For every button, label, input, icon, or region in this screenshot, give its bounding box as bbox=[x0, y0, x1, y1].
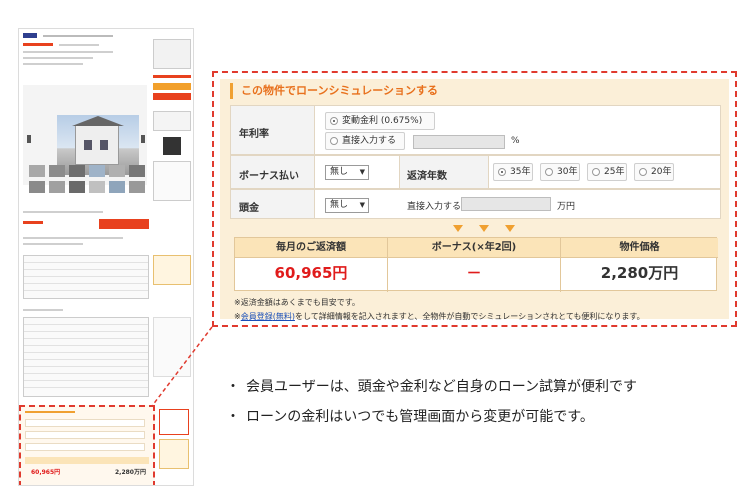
bullet-icon: ・ bbox=[226, 379, 240, 395]
radio-variable-rate[interactable]: 変動金利 (0.675%) bbox=[325, 112, 435, 130]
loan-simulation-body: この物件でローンシミュレーションする 年利率 変動金利 (0.675%) 直接入… bbox=[220, 79, 729, 321]
bonus-payment-column: ボーナス(×年2回) － bbox=[388, 238, 560, 292]
register-note: ※会員登録(無料)をして詳細情報を記入されますと、全物件が自動でシミュレーション… bbox=[234, 312, 645, 321]
property-price-header: 物件価格 bbox=[561, 238, 718, 258]
thumb-loan-simulation-highlight: 60,965円 2,280万円 bbox=[19, 405, 155, 485]
free-label-link[interactable]: (無料) bbox=[273, 312, 295, 321]
interest-unit: % bbox=[511, 136, 520, 146]
screenshot-root: 60,965円 2,280万円 この物件でローンシミュレーションする 年利率 変… bbox=[0, 0, 750, 504]
thumb-logo bbox=[23, 33, 37, 38]
property-page-thumbnail: 60,965円 2,280万円 bbox=[18, 28, 194, 486]
simulation-result-table: 毎月のご返済額 60,965円 ボーナス(×年2回) － 物件価格 2,280万… bbox=[234, 237, 718, 292]
arrow-down-icon bbox=[505, 225, 515, 232]
term-option-30[interactable]: 30年 bbox=[540, 163, 580, 181]
radio-unselected-icon bbox=[545, 168, 553, 176]
thumb-monthly-payment: 60,965円 bbox=[31, 469, 61, 476]
radio-unselected-icon bbox=[592, 168, 600, 176]
interest-rate-input[interactable] bbox=[413, 135, 505, 149]
arrow-down-icon bbox=[453, 225, 463, 232]
member-register-link[interactable]: 会員登録 bbox=[241, 312, 273, 321]
thumb-property-price: 2,280万円 bbox=[115, 469, 146, 476]
radio-direct-rate[interactable]: 直接入力する bbox=[325, 132, 405, 150]
estimate-note: ※返済金額はあくまでも目安です。 bbox=[234, 298, 360, 307]
term-label: 返済年数 bbox=[407, 171, 447, 182]
radio-selected-icon bbox=[330, 117, 338, 125]
thumb-house-illustration bbox=[72, 116, 124, 165]
bonus-select[interactable]: 無し ▼ bbox=[325, 165, 369, 180]
down-payment-input[interactable] bbox=[461, 197, 551, 211]
monthly-payment-value: 60,965円 bbox=[274, 264, 348, 282]
term-option-20[interactable]: 20年 bbox=[634, 163, 674, 181]
thumb-floorplan bbox=[153, 39, 191, 69]
bullet-item: ・会員ユーザーは、頭金や金利など自身のローン試算が便利です bbox=[226, 376, 637, 396]
loan-simulation-title: この物件でローンシミュレーションする bbox=[230, 83, 438, 99]
direct-rate-label: 直接入力する bbox=[342, 136, 397, 146]
chevron-down-icon: ▼ bbox=[359, 201, 365, 209]
chevron-down-icon: ▼ bbox=[359, 168, 365, 176]
interest-rate-row: 年利率 変動金利 (0.675%) 直接入力する % bbox=[230, 105, 721, 155]
bonus-payment-value: － bbox=[466, 264, 482, 282]
term-option-25[interactable]: 25年 bbox=[587, 163, 627, 181]
bullet-icon: ・ bbox=[226, 409, 240, 425]
down-payment-unit: 万円 bbox=[557, 202, 576, 212]
radio-selected-icon bbox=[498, 168, 506, 176]
bonus-label: ボーナス払い bbox=[239, 171, 299, 182]
variable-rate-label: 変動金利 (0.675%) bbox=[342, 116, 423, 126]
property-price-value: 2,280万円 bbox=[600, 264, 679, 282]
monthly-payment-column: 毎月のご返済額 60,965円 bbox=[235, 238, 387, 292]
bullet-item: ・ローンの金利はいつでも管理画面から変更が可能です。 bbox=[226, 406, 594, 426]
term-option-35[interactable]: 35年 bbox=[493, 163, 533, 181]
down-payment-select[interactable]: 無し ▼ bbox=[325, 198, 369, 213]
bonus-term-row: ボーナス払い 無し ▼ 返済年数 35年 30年 25年 20年 bbox=[230, 155, 721, 189]
radio-unselected-icon bbox=[639, 168, 647, 176]
down-payment-row: 頭金 無し ▼ 直接入力する 万円 bbox=[230, 189, 721, 219]
loan-simulation-panel: この物件でローンシミュレーションする 年利率 変動金利 (0.675%) 直接入… bbox=[212, 71, 737, 327]
property-price-column: 物件価格 2,280万円 bbox=[561, 238, 718, 292]
bonus-payment-header: ボーナス(×年2回) bbox=[388, 238, 560, 258]
down-payment-direct-label: 直接入力する bbox=[407, 202, 462, 212]
radio-unselected-icon bbox=[330, 137, 338, 145]
monthly-payment-header: 毎月のご返済額 bbox=[235, 238, 387, 258]
arrow-down-icon bbox=[479, 225, 489, 232]
down-payment-label: 頭金 bbox=[239, 203, 259, 214]
interest-rate-label: 年利率 bbox=[239, 129, 269, 140]
